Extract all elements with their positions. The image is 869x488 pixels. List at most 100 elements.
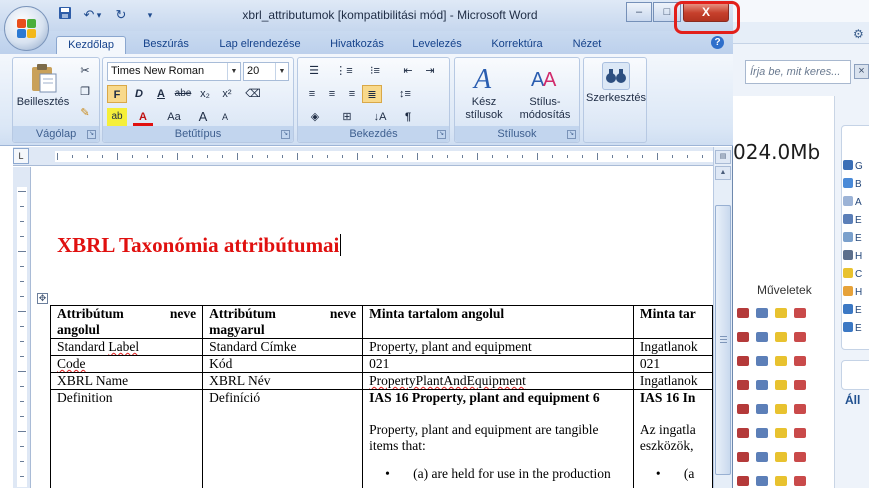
table-cell[interactable]: IAS 16 In Az ingatla eszközök, • (a: [632, 389, 713, 488]
table-cell[interactable]: Kód: [202, 355, 364, 373]
sort-icon[interactable]: ↓A: [370, 108, 390, 126]
scroll-up-button[interactable]: ▲: [715, 166, 731, 180]
multilevel-list-icon[interactable]: ⁝≡: [362, 62, 388, 80]
table-header-cell[interactable]: Minta tartalom angolul: [362, 305, 634, 339]
ruler-toggle-icon[interactable]: ▤: [715, 150, 731, 164]
table-cell[interactable]: Definíció: [202, 389, 364, 488]
sidebar-item-4[interactable]: E: [843, 214, 869, 228]
decrease-indent-icon[interactable]: ⇤: [398, 62, 418, 80]
shading-icon[interactable]: ◈: [302, 108, 328, 126]
search-input[interactable]: Írja be, mit keres...: [745, 60, 851, 84]
office-button[interactable]: [4, 6, 49, 51]
line-spacing-icon[interactable]: ↕≡: [392, 85, 418, 103]
table-cell[interactable]: Property, plant and equipment: [362, 338, 634, 356]
table-header-cell[interactable]: Minta tar: [632, 305, 713, 339]
minimize-button[interactable]: –: [626, 2, 652, 22]
show-formatting-button[interactable]: ¶: [398, 108, 418, 126]
numbering-icon[interactable]: ⋮≡: [332, 62, 356, 80]
sidebar-item-6[interactable]: H: [843, 250, 869, 264]
align-center-icon[interactable]: ≡: [322, 85, 342, 103]
document-page[interactable]: XBRL Taxonómia attribútumai ✥ Attribútum…: [32, 167, 713, 488]
tab-insert[interactable]: Beszúrás: [134, 36, 198, 55]
row-action-icons[interactable]: [737, 427, 817, 441]
borders-icon[interactable]: ⊞: [334, 108, 360, 126]
font-size-combo[interactable]: 20 ▼: [243, 62, 289, 81]
table-header-cell[interactable]: Attribútum neve angolul: [49, 305, 204, 339]
table-header-cell[interactable]: Attribútum neve magyarul: [202, 305, 364, 339]
vertical-scrollbar[interactable]: ▤ ▲: [713, 147, 732, 488]
sidebar-item-7[interactable]: C: [843, 268, 869, 282]
table-cell[interactable]: Standard Címke: [202, 338, 364, 356]
sidebar-item-9[interactable]: E: [843, 304, 869, 318]
bold-button[interactable]: F: [107, 85, 127, 103]
title-bar[interactable]: ↶ ▾ ↻ ▾ xbrl_attributumok [kompatibilitá…: [0, 0, 733, 31]
superscript-button[interactable]: x²: [217, 85, 237, 103]
row-action-icons[interactable]: [737, 403, 817, 417]
scrollbar-thumb[interactable]: [715, 205, 731, 475]
undo-dropdown[interactable]: ▾: [94, 6, 104, 24]
tab-review[interactable]: Korrektúra: [480, 36, 554, 55]
sidebar-item-10[interactable]: E: [843, 322, 869, 336]
dialog-launcher-icon[interactable]: ↘: [437, 130, 446, 139]
help-icon[interactable]: ?: [711, 36, 724, 49]
chevron-down-icon[interactable]: ▼: [227, 63, 240, 80]
vertical-ruler[interactable]: [13, 167, 31, 488]
change-styles-button[interactable]: AA Stílus-módosítás: [513, 62, 577, 122]
row-action-icons[interactable]: [737, 475, 817, 488]
sidebar-item-3[interactable]: A: [843, 196, 869, 210]
row-action-icons[interactable]: [737, 307, 817, 321]
font-color-icon[interactable]: A: [133, 108, 153, 126]
quick-styles-button[interactable]: A Kész stílusok: [457, 62, 511, 122]
table-cell[interactable]: 021: [362, 355, 634, 373]
highlight-color-icon[interactable]: ab: [107, 108, 127, 126]
row-action-icons[interactable]: [737, 331, 817, 345]
chevron-down-icon[interactable]: ▼: [275, 63, 288, 80]
dialog-launcher-icon[interactable]: ↘: [281, 130, 290, 139]
tab-selector-button[interactable]: L: [13, 148, 29, 164]
tab-mailings[interactable]: Levelezés: [404, 36, 470, 55]
table-cell[interactable]: IAS 16 Property, plant and equipment 6 P…: [362, 389, 634, 488]
tab-view[interactable]: Nézet: [562, 36, 612, 55]
align-left-icon[interactable]: ≡: [302, 85, 322, 103]
strikethrough-button[interactable]: abe: [173, 85, 193, 103]
sidebar-item-8[interactable]: H: [843, 286, 869, 300]
tab-references[interactable]: Hivatkozás: [318, 36, 396, 55]
align-right-icon[interactable]: ≡: [342, 85, 362, 103]
table-cell[interactable]: Ingatlanok: [632, 338, 713, 356]
table-cell[interactable]: PropertyPlantAndEquipment: [362, 372, 634, 390]
document-title[interactable]: XBRL Taxonómia attribútumai: [57, 233, 342, 258]
format-painter-icon[interactable]: ✎: [75, 104, 95, 122]
dialog-launcher-icon[interactable]: ↘: [87, 130, 96, 139]
search-close-icon[interactable]: ×: [854, 64, 869, 79]
bullets-icon[interactable]: ☰: [302, 62, 326, 80]
font-name-combo[interactable]: Times New Roman ▼: [107, 62, 241, 81]
table-cell[interactable]: Code: [49, 355, 204, 373]
sidebar-item-1[interactable]: G: [843, 160, 869, 174]
sidebar-item-5[interactable]: E: [843, 232, 869, 246]
subscript-button[interactable]: x₂: [195, 85, 215, 103]
shrink-font-button[interactable]: A: [215, 108, 235, 126]
table-cell[interactable]: Ingatlanok: [632, 372, 713, 390]
sidebar-item-2[interactable]: B: [843, 178, 869, 192]
settings-icon[interactable]: ⚙: [853, 28, 865, 40]
table-cell[interactable]: XBRL Name: [49, 372, 204, 390]
grow-font-button[interactable]: A: [193, 108, 213, 126]
dialog-launcher-icon[interactable]: ↘: [567, 130, 576, 139]
cut-icon[interactable]: ✂: [75, 62, 95, 80]
row-action-icons[interactable]: [737, 451, 817, 465]
justify-icon[interactable]: ≣: [362, 85, 382, 103]
table-cell[interactable]: Standard Label: [49, 338, 204, 356]
table-cell[interactable]: Definition: [49, 389, 204, 488]
underline-button[interactable]: A: [151, 85, 171, 103]
clear-formatting-icon[interactable]: ⌫: [243, 85, 263, 103]
row-action-icons[interactable]: [737, 379, 817, 393]
all-label[interactable]: Áll: [845, 393, 860, 407]
increase-indent-icon[interactable]: ⇥: [420, 62, 440, 80]
change-case-button[interactable]: Aa: [161, 108, 187, 126]
tab-home[interactable]: Kezdőlap: [56, 36, 126, 55]
tab-page-layout[interactable]: Lap elrendezése: [210, 36, 310, 55]
copy-icon[interactable]: ❐: [75, 83, 95, 101]
editing-button[interactable]: Szerkesztés: [586, 62, 646, 105]
paste-button[interactable]: Beillesztés: [15, 62, 71, 109]
customize-qat-button[interactable]: ▾: [144, 6, 156, 24]
